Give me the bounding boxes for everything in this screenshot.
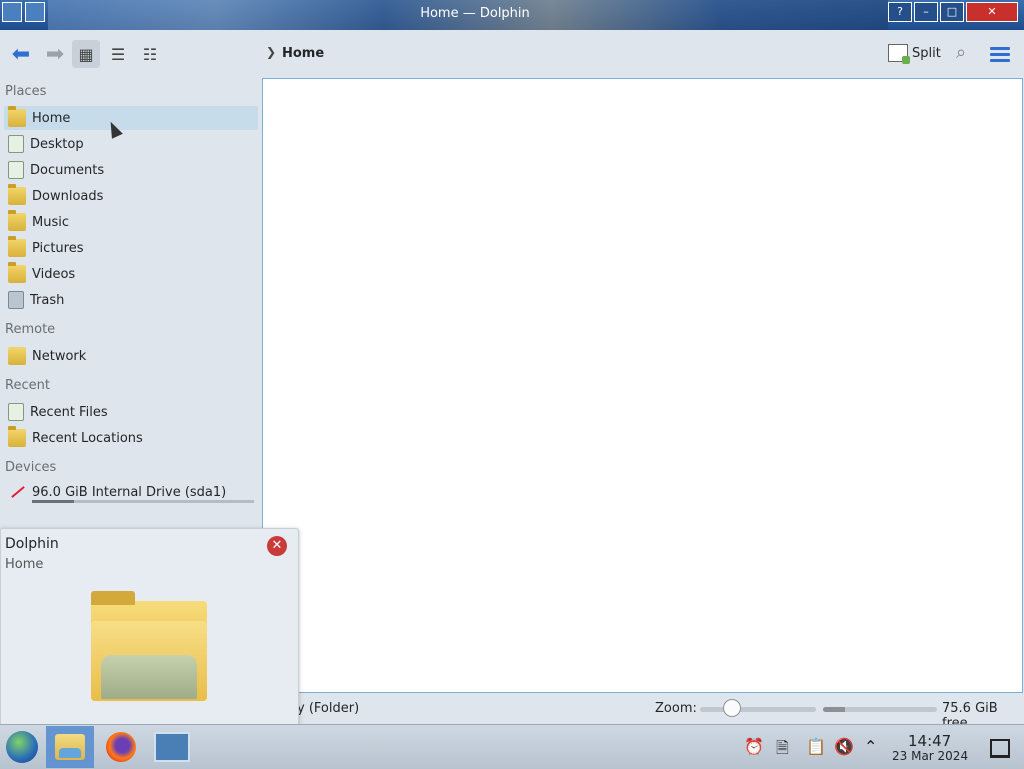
sidebar-item-trash[interactable]: Trash <box>4 288 258 312</box>
sidebar-item-downloads[interactable]: Downloads <box>4 184 258 208</box>
sidebar-item-label: Recent Files <box>30 404 108 420</box>
close-icon[interactable]: ✕ <box>267 536 287 556</box>
notifications-icon[interactable]: ⏰ <box>744 737 764 756</box>
close-button[interactable]: ✕ <box>966 2 1018 22</box>
clipboard-icon[interactable]: 📋 <box>806 737 826 756</box>
compact-view-button[interactable]: ☰ <box>104 40 132 68</box>
volume-muted-icon[interactable]: 🔇 <box>834 737 854 756</box>
drive-usage-fill <box>32 500 75 503</box>
sidebar-item-label: Desktop <box>30 136 84 152</box>
sidebar-item-label: Downloads <box>32 188 104 204</box>
status-bar: dnSpy (Folder) Zoom: 75.6 GiB free <box>262 697 1024 731</box>
sidebar-item-label: Home <box>32 110 71 126</box>
sidebar-item-videos[interactable]: Videos <box>4 262 258 286</box>
places-title: Places <box>5 84 47 99</box>
title-bar: Home — Dolphin ? – □ ✕ <box>0 0 1024 30</box>
search-icon[interactable]: ⌕ <box>956 42 966 63</box>
split-icon <box>888 44 910 64</box>
toolbar: ⬅ ➡ ▦ ☰ ☷ <box>0 31 1024 77</box>
drive-usage-bar <box>32 500 254 503</box>
split-label: Split <box>912 45 941 61</box>
task-firefox[interactable] <box>97 726 145 768</box>
zoom-slider-handle[interactable] <box>723 699 741 717</box>
app-icon[interactable] <box>2 2 22 22</box>
recent-locations-icon <box>8 426 26 447</box>
file-view[interactable] <box>262 78 1023 693</box>
arrow-left-icon[interactable]: ⬅ <box>8 41 34 67</box>
file-manager-folder-icon <box>91 591 207 705</box>
system-settings-icon <box>154 732 190 762</box>
downloads-icon <box>8 184 26 205</box>
sidebar-item-label: Network <box>32 348 87 364</box>
desktop-icon <box>8 135 24 153</box>
sidebar-item-label: Pictures <box>32 240 84 256</box>
icons-view-button[interactable]: ▦ <box>72 40 100 68</box>
sidebar-item-home[interactable]: Home <box>4 106 258 130</box>
sidebar-item-label: Recent Locations <box>32 430 143 446</box>
sidebar-item-label: 96.0 GiB Internal Drive (sda1) <box>32 484 227 500</box>
details-view-button[interactable]: ☷ <box>136 40 164 68</box>
sidebar-item-pictures[interactable]: Pictures <box>4 236 258 260</box>
free-space-fill <box>823 707 845 712</box>
split-button[interactable]: Split <box>888 44 941 64</box>
show-desktop-icon[interactable] <box>990 739 1010 758</box>
help-button[interactable]: ? <box>888 2 912 22</box>
sidebar-item-recent-locations[interactable]: Recent Locations <box>4 426 258 450</box>
arrow-right-icon[interactable]: ➡ <box>42 41 68 67</box>
devices-title: Devices <box>5 460 57 475</box>
trash-icon <box>8 291 24 309</box>
remote-title: Remote <box>5 322 56 337</box>
sidebar-item-desktop[interactable]: Desktop <box>4 132 258 156</box>
task-preview-popup[interactable]: Dolphin Home ✕ <box>0 528 299 726</box>
chevron-right-icon: ❯ <box>266 45 277 59</box>
sidebar-item-label: Videos <box>32 266 76 282</box>
sidebar-item-label: Documents <box>30 162 105 178</box>
videos-icon <box>8 262 26 283</box>
sidebar-item-label: Music <box>32 214 69 230</box>
maximize-button[interactable]: □ <box>940 2 964 22</box>
sidebar-item-label: Trash <box>30 292 65 308</box>
breadcrumb[interactable]: Home <box>282 46 324 61</box>
popup-title: Dolphin <box>5 536 59 552</box>
popup-subtitle: Home <box>5 557 44 572</box>
hamburger-menu-icon[interactable] <box>990 44 1010 65</box>
folder-icon <box>55 734 85 760</box>
task-settings[interactable] <box>148 726 196 768</box>
pictures-icon <box>8 236 26 257</box>
sidebar-item-network[interactable]: Network <box>4 344 258 368</box>
window-title: Home — Dolphin <box>420 6 530 21</box>
updates-icon[interactable]: 🗎 <box>776 737 789 764</box>
drive-icon <box>8 483 26 501</box>
sidebar-item-documents[interactable]: Documents <box>4 158 258 182</box>
recent-files-icon <box>8 403 24 421</box>
music-icon <box>8 210 26 231</box>
network-icon <box>8 347 26 365</box>
zoom-slider[interactable] <box>700 707 816 712</box>
firefox-icon <box>106 732 136 762</box>
chevron-up-icon[interactable]: ⌃ <box>864 737 877 756</box>
window-menu[interactable] <box>0 0 52 26</box>
documents-icon <box>8 161 24 179</box>
taskbar: ⏰ 🗎 📋 🔇 ⌃ 14:47 23 Mar 2024 <box>0 724 1024 769</box>
home-folder-icon <box>8 106 26 127</box>
clock-date[interactable]: 23 Mar 2024 <box>892 749 968 763</box>
minimize-button[interactable]: – <box>914 2 938 22</box>
clock-time[interactable]: 14:47 <box>908 732 951 750</box>
free-space-bar <box>823 707 937 712</box>
task-dolphin[interactable] <box>46 726 94 768</box>
recent-title: Recent <box>5 378 50 393</box>
sidebar-item-music[interactable]: Music <box>4 210 258 234</box>
start-menu-button[interactable] <box>6 731 38 763</box>
zoom-label: Zoom: <box>655 701 697 716</box>
sidebar-item-recent-files[interactable]: Recent Files <box>4 400 258 424</box>
pin-icon[interactable] <box>25 2 45 22</box>
